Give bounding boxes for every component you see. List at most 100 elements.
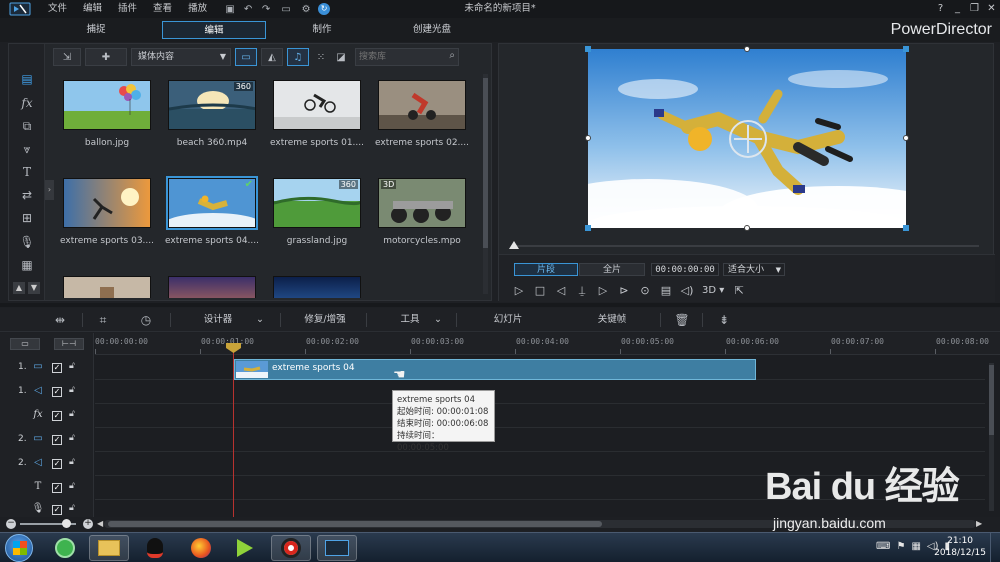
resize-handle[interactable] <box>903 135 909 141</box>
taskbar-explorer-icon[interactable] <box>89 535 129 561</box>
resize-handle[interactable] <box>585 225 591 231</box>
keyframe-button[interactable]: 关键帧 <box>592 311 632 329</box>
lock-icon[interactable]: 🔓︎ <box>69 409 75 419</box>
import-media-button[interactable]: ⇲ <box>53 48 81 66</box>
track-enable-checkbox[interactable]: ✓ <box>52 387 62 397</box>
voiceover-room-icon[interactable]: 🎙 <box>17 233 37 251</box>
scrub-knob[interactable] <box>509 241 519 249</box>
track-enable-checkbox[interactable]: ✓ <box>52 435 62 445</box>
menu-file[interactable]: 文件 <box>40 0 75 18</box>
previous-frame-icon[interactable]: ◁ <box>553 283 569 299</box>
preview-scrub-bar[interactable] <box>511 245 979 247</box>
3d-mode-button[interactable]: 3D ▾ <box>700 283 726 299</box>
taskbar-powerdirector-icon[interactable] <box>317 535 357 561</box>
redo-icon[interactable]: ↷ <box>257 0 275 18</box>
undock-icon[interactable]: ⇱ <box>731 283 747 299</box>
fit-timeline-button[interactable]: ⊢⊣ <box>54 338 84 350</box>
save-icon[interactable]: ▣ <box>221 0 239 18</box>
panel-splitter[interactable] <box>0 303 1000 307</box>
track-enable-checkbox[interactable]: ✓ <box>52 459 62 469</box>
scroll-thumb[interactable] <box>483 78 488 248</box>
media-item[interactable]: extreme sports 03.... <box>53 174 157 264</box>
media-room-icon[interactable]: ▤ <box>17 70 37 88</box>
timecode-display[interactable]: 00:00:00:00 <box>651 263 719 276</box>
track-enable-checkbox[interactable]: ✓ <box>52 363 62 373</box>
media-item[interactable]: extreme sports 01.... <box>263 76 367 166</box>
media-content-select[interactable]: 媒体内容 ▼ <box>131 48 231 66</box>
search-icon[interactable]: ⌕ <box>449 50 455 61</box>
flag-icon[interactable]: ⚑ <box>896 541 905 552</box>
preview-canvas[interactable] <box>588 49 906 228</box>
resize-icon[interactable]: ◪ <box>333 48 349 66</box>
timeline-vertical-scrollbar[interactable] <box>989 363 994 511</box>
fix-enhance-button[interactable]: 修复/增强 <box>300 311 350 329</box>
menu-view[interactable]: 查看 <box>145 0 180 18</box>
taskbar-media-icon[interactable] <box>225 535 265 561</box>
movie-mode-button[interactable]: 全片 <box>579 263 645 276</box>
scroll-right-icon[interactable]: ▶ <box>976 519 982 528</box>
slideshow-button[interactable]: 幻灯片 <box>488 311 528 329</box>
help-button[interactable]: ? <box>932 0 949 18</box>
chevron-down-icon[interactable]: ⌄ <box>254 311 266 329</box>
tab-capture[interactable]: 捕捉 <box>46 21 146 39</box>
subtitle-icon[interactable]: ▤ <box>658 283 674 299</box>
tab-produce[interactable]: 制作 <box>272 21 372 39</box>
zoom-out-icon[interactable]: − <box>6 519 16 529</box>
scroll-left-icon[interactable]: ◀ <box>97 519 103 528</box>
timer-icon[interactable]: ◷ <box>137 311 155 329</box>
resize-handle[interactable] <box>744 225 750 231</box>
search-input[interactable] <box>356 49 436 65</box>
track-row-audio-2[interactable] <box>95 453 985 476</box>
menu-plugins[interactable]: 插件 <box>110 0 145 18</box>
media-item[interactable]: 3D motorcycles.mpo <box>368 174 472 264</box>
crop-icon[interactable]: ⌗ <box>94 311 112 329</box>
zoom-slider-knob[interactable] <box>62 519 71 528</box>
taskbar-qq-icon[interactable] <box>135 535 175 561</box>
scroll-thumb[interactable] <box>108 521 602 527</box>
library-scrollbar[interactable] <box>483 74 488 294</box>
resize-handle[interactable] <box>585 135 591 141</box>
track-row-audio-1[interactable] <box>95 381 985 404</box>
system-clock[interactable]: 21:10 2018/12/15 <box>934 535 986 559</box>
media-item[interactable] <box>53 272 157 298</box>
volume-icon[interactable]: ◁) <box>679 283 695 299</box>
video-filter-button[interactable]: ▭ <box>235 48 257 66</box>
zoom-fit-select[interactable]: 适合大小 ▼ <box>723 263 785 276</box>
grid-view-icon[interactable]: ⁙ <box>313 48 329 66</box>
restore-button[interactable]: ❐ <box>966 0 983 18</box>
rail-up-icon[interactable]: ▲ <box>13 282 25 294</box>
start-button[interactable] <box>5 534 33 562</box>
track-row-fx[interactable] <box>95 405 985 428</box>
resize-handle[interactable] <box>585 46 591 52</box>
lock-icon[interactable]: 🔓︎ <box>69 457 75 467</box>
track-enable-checkbox[interactable]: ✓ <box>52 483 62 493</box>
project-ratio-icon[interactable]: ▭ <box>275 0 297 18</box>
track-row-video-2[interactable] <box>95 429 985 452</box>
account-icon[interactable]: ↻ <box>315 0 333 18</box>
play-icon[interactable]: ▷ <box>511 283 527 299</box>
rail-down-icon[interactable]: ▼ <box>28 282 40 294</box>
minimize-button[interactable]: _ <box>949 0 966 18</box>
track-row-title[interactable] <box>95 477 985 500</box>
delete-trash-icon[interactable]: 🗑 <box>674 311 690 329</box>
track-enable-checkbox[interactable]: ✓ <box>52 505 62 515</box>
resize-handle[interactable] <box>903 225 909 231</box>
audio-filter-button[interactable]: ♫ <box>287 48 309 66</box>
tools-button[interactable]: 工具 <box>394 311 426 329</box>
zoom-in-icon[interactable]: + <box>83 519 93 529</box>
clip-mode-button[interactable]: 片段 <box>514 263 578 276</box>
split-icon[interactable]: ⍊ <box>574 283 590 299</box>
title-room-icon[interactable]: T <box>17 163 37 181</box>
plugin-button[interactable]: ✚ <box>85 48 127 66</box>
designer-button[interactable]: 设计器 <box>196 311 240 329</box>
split-clip-icon[interactable]: ⇹ <box>50 311 70 329</box>
pip-room-icon[interactable]: ⧉ <box>17 117 37 135</box>
media-item[interactable]: 360 grassland.jpg <box>263 174 367 264</box>
fast-forward-icon[interactable]: ⊳ <box>616 283 632 299</box>
lock-icon[interactable]: 🔓︎ <box>69 361 75 371</box>
lock-icon[interactable]: 🔓︎ <box>69 503 75 513</box>
network-icon[interactable]: ▦ <box>911 541 920 552</box>
transition-room-icon[interactable]: ⇄ <box>17 186 37 204</box>
media-item[interactable]: extreme sports 02.... <box>368 76 472 166</box>
lock-icon[interactable]: 🔓︎ <box>69 481 75 491</box>
